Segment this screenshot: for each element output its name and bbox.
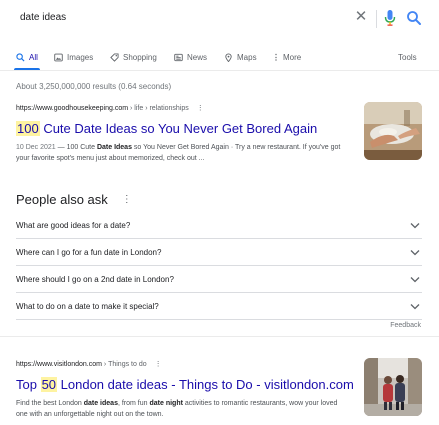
news-icon bbox=[174, 53, 183, 61]
tab-shopping[interactable]: Shopping bbox=[110, 50, 157, 64]
tab-images[interactable]: Images bbox=[54, 50, 93, 64]
search-input[interactable]: date ideas bbox=[20, 12, 66, 23]
snippet-text: — 100 Cute bbox=[55, 144, 97, 151]
chevron-down-icon bbox=[410, 304, 420, 310]
search-bar-divider bbox=[376, 10, 377, 28]
tab-more[interactable]: ⋮ More bbox=[272, 50, 301, 64]
paa-question-text: Where can I go for a fun date in London? bbox=[16, 248, 162, 257]
tools-button[interactable]: Tools bbox=[398, 50, 417, 64]
tools-label: Tools bbox=[398, 52, 417, 62]
title-highlight: 100 bbox=[16, 121, 40, 136]
search-bar: date ideas ✕ bbox=[0, 8, 432, 32]
snippet-bold: date night bbox=[149, 400, 183, 407]
snippet-text: , from fun bbox=[117, 400, 150, 407]
snippet-date: 10 Dec 2021 bbox=[16, 144, 56, 151]
paa-question[interactable]: Where should I go on a 2nd date in Londo… bbox=[16, 266, 422, 293]
chevron-down-icon bbox=[410, 223, 420, 229]
result-snippet: 10 Dec 2021 — 100 Cute Date Ideas so You… bbox=[16, 142, 348, 164]
title-text: Cute Date Ideas so You Never Get Bored A… bbox=[39, 121, 318, 136]
result-path: › Things to do bbox=[101, 361, 147, 368]
people-also-ask-heading: People also ask ⋮ bbox=[16, 192, 132, 207]
result-thumbnail[interactable] bbox=[364, 102, 422, 160]
tag-icon bbox=[110, 52, 119, 62]
tab-images-label: Images bbox=[67, 52, 94, 62]
search-tabs: All Images Shopping News Maps ⋮ More Too… bbox=[0, 50, 439, 72]
search-icon bbox=[16, 52, 25, 62]
snippet-text: Find the best London bbox=[16, 400, 84, 407]
tab-shopping-label: Shopping bbox=[123, 52, 157, 62]
snippet-bold: Date Ideas bbox=[96, 144, 132, 151]
title-text: London date ideas - Things to Do - visit… bbox=[57, 377, 354, 392]
paa-question[interactable]: What are good ideas for a date? bbox=[16, 212, 422, 239]
results-stats: About 3,250,000,000 results (0.64 second… bbox=[16, 82, 172, 91]
map-pin-icon bbox=[225, 53, 232, 62]
more-vert-icon: ⋮ bbox=[272, 52, 280, 62]
title-highlight: 50 bbox=[40, 377, 58, 392]
search-icon[interactable] bbox=[406, 10, 422, 26]
paa-question[interactable]: What to do on a date to make it special? bbox=[16, 293, 422, 320]
more-options-icon[interactable]: ⋮ bbox=[122, 194, 132, 205]
tab-news[interactable]: News bbox=[174, 50, 207, 64]
chevron-down-icon bbox=[410, 250, 420, 256]
paa-question-text: What are good ideas for a date? bbox=[16, 221, 131, 230]
section-separator bbox=[0, 336, 439, 337]
paa-title: People also ask bbox=[16, 192, 108, 207]
result-snippet: Find the best London date ideas, from fu… bbox=[16, 398, 348, 420]
tab-maps-label: Maps bbox=[237, 52, 257, 62]
paa-question-text: Where should I go on a 2nd date in Londo… bbox=[16, 275, 174, 284]
result-domain[interactable]: https://www.visitlondon.com bbox=[16, 361, 102, 368]
paa-question[interactable]: Where can I go for a fun date in London? bbox=[16, 239, 422, 266]
title-text: Top bbox=[16, 377, 41, 392]
tab-all-label: All bbox=[29, 52, 38, 62]
tabs-divider bbox=[0, 70, 439, 71]
tab-maps[interactable]: Maps bbox=[224, 50, 257, 64]
feedback-link[interactable]: Feedback bbox=[390, 322, 421, 329]
microphone-icon[interactable] bbox=[384, 9, 396, 27]
snippet-bold: date ideas bbox=[83, 400, 118, 407]
more-options-icon[interactable]: ⋮ bbox=[155, 361, 162, 368]
clear-search-icon[interactable]: ✕ bbox=[354, 9, 368, 25]
image-icon bbox=[54, 53, 63, 61]
tab-news-label: News bbox=[187, 52, 208, 62]
result-domain[interactable]: https://www.goodhousekeeping.com bbox=[16, 105, 128, 112]
tab-all[interactable]: All bbox=[16, 50, 38, 64]
chevron-down-icon bbox=[410, 277, 420, 283]
people-also-ask-list: What are good ideas for a date? Where ca… bbox=[16, 212, 422, 320]
tab-more-label: More bbox=[283, 52, 302, 62]
more-options-icon[interactable]: ⋮ bbox=[197, 105, 204, 112]
result-thumbnail[interactable] bbox=[364, 358, 422, 416]
result-path: › life › relationships bbox=[128, 105, 189, 112]
paa-question-text: What to do on a date to make it special? bbox=[16, 302, 159, 311]
